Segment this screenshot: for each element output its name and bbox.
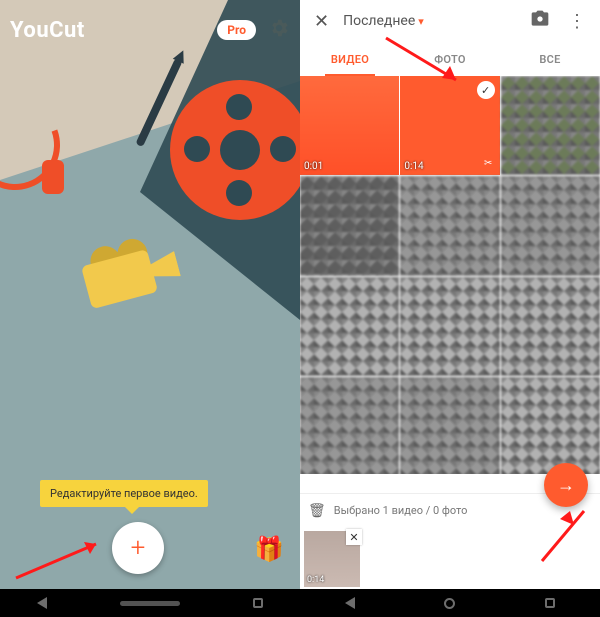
annotation-arrow [10, 530, 110, 589]
video-thumb[interactable] [300, 176, 399, 275]
first-video-tooltip: Редактируйте первое видео. [40, 480, 208, 507]
video-thumb[interactable] [501, 377, 600, 474]
remove-clip-button[interactable]: ✕ [346, 529, 362, 545]
video-thumb[interactable] [400, 377, 499, 474]
video-thumb[interactable]: 0:01 [300, 76, 399, 175]
tab-photo[interactable]: ФОТО [400, 42, 500, 76]
android-navbar [0, 589, 300, 617]
close-button[interactable]: ✕ [306, 7, 337, 36]
camera-button[interactable] [526, 5, 554, 37]
more-button[interactable]: ⋮ [560, 7, 594, 36]
film-reel-illustration [170, 80, 300, 220]
picker-header: ✕ Последнее ▾ ⋮ [300, 0, 600, 42]
plus-icon: + [131, 533, 146, 563]
selection-count: Выбрано 1 видео / 0 фото [334, 504, 468, 517]
clear-selection-button[interactable]: 🗑 [308, 503, 326, 519]
home-screen: YouCut Pro Редактируйте первое видео. + … [0, 0, 300, 617]
folder-title: Последнее [343, 13, 415, 29]
chevron-down-icon: ▾ [418, 15, 424, 28]
video-thumb[interactable]: 0:14 ✓ ✂ [400, 76, 499, 175]
add-video-button[interactable]: + [112, 522, 164, 574]
headphones-illustration [0, 100, 70, 200]
video-thumb[interactable] [501, 277, 600, 376]
arrow-right-icon: → [557, 475, 575, 496]
media-grid: 0:01 0:14 ✓ ✂ [300, 76, 600, 474]
selected-clip[interactable]: ✕ 0:14 [304, 531, 360, 587]
folder-dropdown[interactable]: Последнее ▾ [343, 13, 424, 29]
settings-button[interactable] [268, 17, 290, 43]
nav-home-button[interactable] [444, 598, 455, 609]
tab-all[interactable]: ВСЕ [500, 42, 600, 76]
video-thumb[interactable] [400, 277, 499, 376]
android-navbar [300, 589, 600, 617]
video-thumb[interactable] [501, 76, 600, 175]
clip-duration: 0:14 [307, 575, 324, 585]
media-tabs: ВИДЕО ФОТО ВСЕ [300, 42, 600, 76]
tab-video[interactable]: ВИДЕО [300, 42, 400, 76]
gift-button[interactable]: 🎁 [254, 535, 284, 563]
next-button[interactable]: → [544, 463, 588, 507]
app-logo: YouCut [10, 18, 85, 43]
video-thumb[interactable] [300, 277, 399, 376]
pro-button[interactable]: Pro [217, 20, 256, 40]
nav-recent-button[interactable] [253, 598, 263, 608]
nav-home-button[interactable] [120, 601, 180, 606]
video-thumb[interactable] [400, 176, 499, 275]
camera-icon [530, 9, 550, 29]
selected-check-icon: ✓ [477, 81, 495, 99]
nav-back-button[interactable] [345, 597, 355, 609]
nav-back-button[interactable] [37, 597, 47, 609]
camera-illustration [79, 233, 191, 317]
gear-icon [268, 17, 290, 39]
home-header: YouCut Pro [0, 10, 300, 50]
video-thumb[interactable] [300, 377, 399, 474]
video-thumb[interactable] [501, 176, 600, 275]
nav-recent-button[interactable] [545, 598, 555, 608]
scissors-icon[interactable]: ✂ [480, 155, 497, 172]
selected-strip: ✕ 0:14 [300, 527, 600, 589]
media-picker-screen: ✕ Последнее ▾ ⋮ ВИДЕО ФОТО ВСЕ 0:01 0:14… [300, 0, 600, 617]
